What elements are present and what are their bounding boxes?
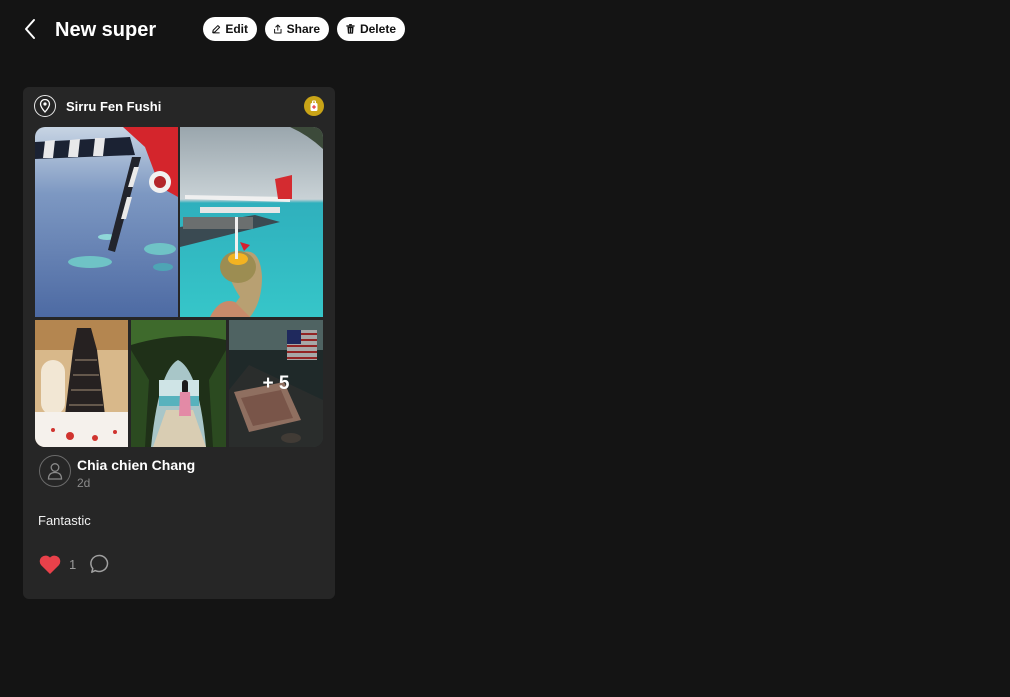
- photo-tile[interactable]: [180, 127, 323, 317]
- delete-button[interactable]: Delete: [337, 17, 405, 41]
- location-pin-icon: [34, 95, 56, 117]
- comment-icon[interactable]: [89, 553, 111, 575]
- author-name[interactable]: Chia chien Chang: [77, 457, 195, 473]
- share-icon: [274, 24, 282, 34]
- post-header: Sirru Fen Fushi: [34, 95, 324, 119]
- heart-icon[interactable]: [38, 553, 62, 575]
- top-bar: New super Edit Share Delete: [0, 0, 1010, 60]
- photo-tile[interactable]: [131, 320, 226, 447]
- seaplane-wing-photo: [35, 127, 178, 317]
- suitcase-badge-icon: [304, 96, 324, 116]
- seaplane-coconut-photo: [180, 127, 323, 317]
- more-photos-overlay[interactable]: + 5: [229, 320, 323, 447]
- edit-button[interactable]: Edit: [203, 17, 257, 41]
- location-name[interactable]: Sirru Fen Fushi: [66, 99, 161, 114]
- post-card[interactable]: Sirru Fen Fushi + 5 Chia chien Chang 2d …: [23, 87, 335, 599]
- delete-label: Delete: [359, 22, 396, 36]
- page-title: New super: [55, 19, 157, 41]
- dress-room-photo: [35, 320, 128, 447]
- photo-tile[interactable]: + 5: [229, 320, 323, 447]
- like-count: 1: [69, 557, 77, 572]
- photo-tile[interactable]: [35, 127, 178, 317]
- photo-tile[interactable]: [35, 320, 128, 447]
- post-caption: Fantastic: [38, 513, 91, 528]
- avatar[interactable]: [39, 455, 71, 487]
- trash-icon: [346, 24, 355, 34]
- back-button[interactable]: [18, 17, 42, 41]
- chevron-left-icon: [25, 19, 35, 39]
- post-time: 2d: [77, 476, 91, 490]
- share-label: Share: [286, 22, 320, 36]
- photo-grid[interactable]: + 5: [35, 127, 323, 447]
- user-icon: [47, 463, 63, 480]
- share-button[interactable]: Share: [265, 17, 329, 41]
- pencil-icon: [212, 25, 221, 34]
- beach-path-photo: [131, 320, 226, 447]
- edit-label: Edit: [225, 22, 248, 36]
